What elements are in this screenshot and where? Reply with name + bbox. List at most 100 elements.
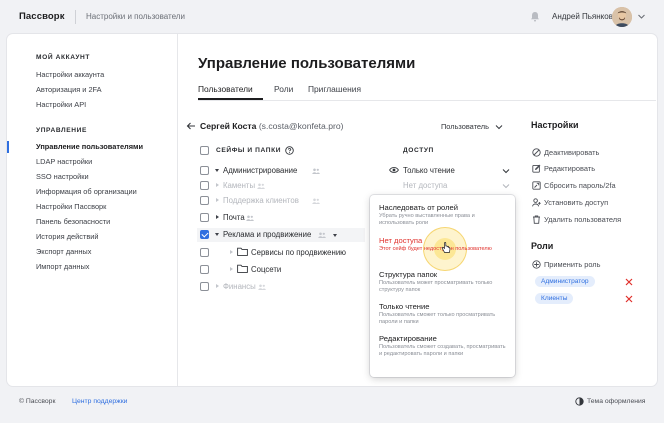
row-checkbox-checked[interactable] [200,230,209,239]
reset-password-button[interactable]: Сбросить пароль/2fa [544,181,616,190]
sidebar-item-api[interactable]: Настройки API [36,100,86,109]
eye-icon [389,167,399,173]
option-edit-title[interactable]: Редактирование [379,334,437,343]
delete-user-button[interactable]: Удалить пользователя [544,215,621,224]
safe-name[interactable]: Реклама и продвижение [223,230,311,239]
sidebar-item-export[interactable]: Экспорт данных [36,247,91,256]
tab-invitations[interactable]: Приглашения [308,84,361,94]
row-checkbox[interactable] [200,181,209,190]
user-heading: Сергей Коста (s.costa@konfeta.pro) [200,121,343,131]
user-role-select[interactable]: Пользователь [441,122,489,131]
expand-caret-icon[interactable] [230,250,233,254]
bell-icon[interactable] [530,11,540,22]
sidebar-active-marker [7,141,9,153]
safe-name[interactable]: Финансы [223,282,256,291]
chevron-down-icon[interactable] [502,182,510,190]
settings-title: Настройки [531,120,579,130]
row-checkbox[interactable] [200,282,209,291]
row-checkbox[interactable] [200,265,209,274]
header-divider [75,10,76,24]
expand-caret-icon[interactable] [216,215,219,219]
chevron-down-icon[interactable] [637,12,646,21]
row-checkbox[interactable] [200,166,209,175]
sidebar-item-security-panel[interactable]: Панель безопасности [36,217,110,226]
access-value[interactable]: Только чтение [403,166,455,175]
expand-caret-icon[interactable] [230,267,233,271]
sidebar-item-import[interactable]: Импорт данных [36,262,90,271]
access-value[interactable]: Нет доступа [403,181,447,190]
option-edit-desc: Пользователь сможет создавать, просматри… [379,344,506,357]
tab-roles[interactable]: Роли [274,84,293,94]
group-icon [312,198,320,204]
group-icon [312,168,320,174]
group-icon [258,284,266,290]
remove-role-icon[interactable] [625,295,633,303]
app-logo[interactable]: Пассворк [19,11,65,22]
sidebar-item-auth-2fa[interactable]: Авторизация и 2FA [36,85,102,94]
chevron-down-icon[interactable] [495,123,503,131]
sidebar-item-account-settings[interactable]: Настройки аккаунта [36,70,104,79]
avatar[interactable] [612,7,632,27]
sidebar-item-organization[interactable]: Информация об организации [36,187,137,196]
option-no-access-title[interactable]: Нет доступа [379,236,422,245]
safe-name[interactable]: Администрирование [223,166,297,175]
remove-role-icon[interactable] [625,278,633,286]
main-panel: Управление пользователями Пользователи Р… [179,34,657,386]
column-header-safes: СЕЙФЫ И ПАПКИ [216,147,282,154]
page-title: Управление пользователями [198,55,416,72]
folder-name[interactable]: Сервисы по продвижению [251,248,346,257]
group-icon [257,183,265,189]
apply-role-icon [532,260,541,269]
option-read-only-desc: Пользователь сможет только просматривать… [379,312,496,325]
help-circle-icon[interactable] [285,146,294,155]
folder-icon [237,247,248,256]
tabs-divider [198,100,656,101]
deactivate-icon [532,148,541,157]
user-access-icon [532,198,541,207]
expand-caret-icon[interactable] [216,198,219,202]
support-link[interactable]: Центр поддержки [72,398,127,405]
expand-caret-icon[interactable] [216,284,219,288]
safe-name[interactable]: Поддержка клиентов [223,196,299,205]
sidebar-item-history[interactable]: История действий [36,232,99,241]
sidebar-item-users[interactable]: Управление пользователями [36,142,143,151]
select-all-checkbox[interactable] [200,146,209,155]
folder-icon [237,264,248,273]
option-read-only-title[interactable]: Только чтение [379,302,429,311]
user-name[interactable]: Андрей Пьянков [552,12,613,21]
theme-toggle[interactable]: Тема оформления [587,398,645,405]
role-chip-clients[interactable]: Клиенты [535,293,574,304]
theme-toggle-icon[interactable] [575,397,584,406]
breadcrumb: Настройки и пользователи [86,12,185,21]
arrow-left-icon[interactable] [186,121,196,131]
row-menu-caret-icon[interactable] [333,234,337,237]
safe-name[interactable]: Каменты [223,181,255,190]
option-folder-structure-desc: Пользователь может просматривать только … [379,280,493,293]
sidebar-heading-account: МОЙ АККАУНТ [36,54,91,61]
expand-caret-icon[interactable] [215,169,219,172]
sidebar-item-ldap[interactable]: LDAP настройки [36,157,92,166]
sidebar: МОЙ АККАУНТ Настройки аккаунта Авторизац… [7,34,178,386]
expand-caret-icon[interactable] [216,183,219,187]
sidebar-item-passwork-settings[interactable]: Настройки Пассворк [36,202,106,211]
row-checkbox[interactable] [200,196,209,205]
tab-users[interactable]: Пользователи [198,84,253,94]
role-chip-admin[interactable]: Администратор [535,276,595,287]
sidebar-item-sso[interactable]: SSO настройки [36,172,89,181]
set-access-button[interactable]: Установить доступ [544,198,608,207]
apply-role-button[interactable]: Применить роль [544,260,600,269]
expand-caret-icon[interactable] [215,233,219,236]
safe-name[interactable]: Почта [223,213,245,222]
hand-cursor-icon [441,242,451,253]
folder-name[interactable]: Соцсети [251,265,281,274]
option-folder-structure-title[interactable]: Структура папок [379,270,437,279]
column-header-access: ДОСТУП [403,147,434,154]
row-checkbox[interactable] [200,213,209,222]
row-checkbox[interactable] [200,248,209,257]
deactivate-button[interactable]: Деактивировать [544,148,599,157]
option-inherit-desc: Убрать ручно выставленные права и исполь… [379,213,475,226]
edit-button[interactable]: Редактировать [544,164,595,173]
group-icon [318,232,326,238]
option-inherit-title[interactable]: Наследовать от ролей [379,203,458,212]
chevron-down-icon[interactable] [502,167,510,175]
